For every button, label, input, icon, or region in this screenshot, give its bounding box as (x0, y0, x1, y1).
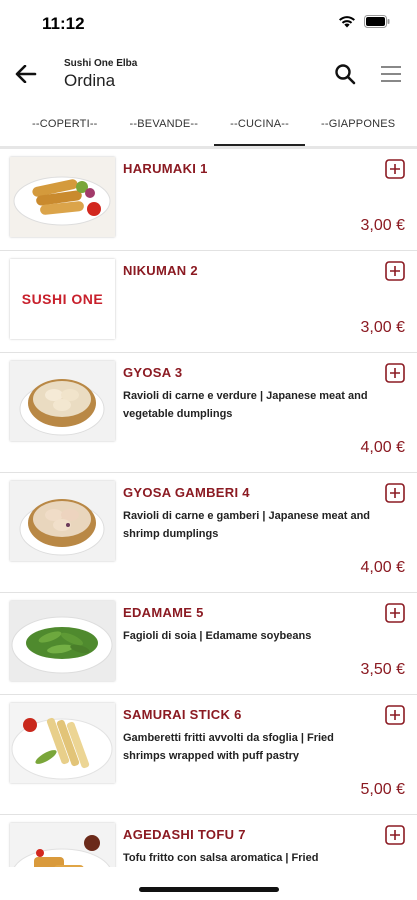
samurai-stick-image (10, 703, 115, 783)
status-bar: 11:12 (0, 0, 417, 48)
item-name: EDAMAME 5 (123, 605, 204, 620)
plus-square-icon (385, 705, 405, 725)
add-button[interactable] (385, 159, 405, 179)
sushi-one-logo: SUSHI ONE (10, 259, 115, 339)
battery-icon (364, 15, 390, 28)
item-description: Ravioli di carne e gamberi | Japanese me… (123, 510, 371, 540)
plus-square-icon (385, 159, 405, 179)
dumplings-image (10, 361, 115, 441)
list-item[interactable]: GYOSA 3 Ravioli di carne e verdure | Jap… (0, 353, 417, 473)
page-title: Ordina (64, 71, 116, 90)
item-name: NIKUMAN 2 (123, 263, 198, 278)
item-price: 3,00 € (360, 319, 405, 336)
home-indicator[interactable] (138, 887, 279, 892)
restaurant-name: Sushi One Elba (64, 58, 138, 69)
item-price: 4,00 € (360, 559, 405, 576)
add-button[interactable] (385, 825, 405, 845)
shrimp-dumplings-image (10, 481, 115, 561)
add-button[interactable] (385, 705, 405, 725)
category-tabs: --COPERTI-- --BEVANDE-- --CUCINA-- --GIA… (0, 104, 417, 146)
add-button[interactable] (385, 483, 405, 503)
logo-text: SUSHI ONE (21, 291, 104, 307)
add-button[interactable] (385, 261, 405, 281)
list-item[interactable]: HARUMAKI 1 3,00 € (0, 149, 417, 251)
item-price: 5,00 € (360, 781, 405, 798)
list-item[interactable]: GYOSA GAMBERI 4 Ravioli di carne e gambe… (0, 473, 417, 593)
item-description: Ravioli di carne e verdure | Japanese me… (123, 390, 368, 420)
item-price: 4,00 € (360, 439, 405, 456)
menu-button[interactable] (379, 62, 403, 86)
item-name: SAMURAI STICK 6 (123, 707, 242, 722)
plus-square-icon (385, 603, 405, 623)
tab-coperti[interactable]: --COPERTI-- (0, 104, 114, 146)
edamame-image (10, 601, 115, 681)
item-name: GYOSA 3 (123, 365, 183, 380)
list-item[interactable]: SAMURAI STICK 6 Gamberetti fritti avvolt… (0, 695, 417, 815)
list-item[interactable]: AGEDASHI TOFU 7 Tofu fritto con salsa ar… (0, 815, 417, 867)
plus-square-icon (385, 483, 405, 503)
item-name: GYOSA GAMBERI 4 (123, 485, 250, 500)
item-description: Gamberetti fritti avvolti da sfoglia | F… (123, 732, 334, 762)
tab-giapponese[interactable]: --GIAPPONES (305, 104, 411, 146)
item-price: 3,50 € (360, 661, 405, 678)
plus-square-icon (385, 363, 405, 383)
spring-rolls-image (10, 157, 115, 237)
add-button[interactable] (385, 363, 405, 383)
item-description: Tofu fritto con salsa aromatica | Fried (123, 852, 319, 864)
arrow-left-icon (15, 65, 37, 83)
list-item[interactable]: SUSHI ONE NIKUMAN 2 3,00 € (0, 251, 417, 353)
header-titles: Sushi One Elba Ordina (64, 58, 137, 91)
search-icon (335, 64, 356, 85)
item-name: HARUMAKI 1 (123, 161, 208, 176)
tab-cucina[interactable]: --CUCINA-- (214, 104, 305, 146)
item-name: AGEDASHI TOFU 7 (123, 827, 246, 842)
status-time: 11:12 (42, 14, 85, 33)
hamburger-menu-icon (381, 66, 401, 82)
plus-square-icon (385, 825, 405, 845)
agedashi-tofu-image (10, 823, 115, 867)
tab-bevande[interactable]: --BEVANDE-- (114, 104, 215, 146)
status-icons (338, 15, 391, 28)
add-button[interactable] (385, 603, 405, 623)
back-button[interactable] (12, 60, 40, 88)
wifi-icon (339, 16, 355, 28)
item-price: 3,00 € (360, 217, 405, 234)
item-description: Fagioli di soia | Edamame soybeans (123, 630, 312, 642)
search-button[interactable] (333, 62, 357, 86)
menu-list[interactable]: HARUMAKI 1 3,00 € SUSHI ONE NIKUMAN 2 3,… (0, 149, 417, 867)
list-item[interactable]: EDAMAME 5 Fagioli di soia | Edamame soyb… (0, 593, 417, 695)
plus-square-icon (385, 261, 405, 281)
app-header: Sushi One Elba Ordina (0, 48, 417, 104)
